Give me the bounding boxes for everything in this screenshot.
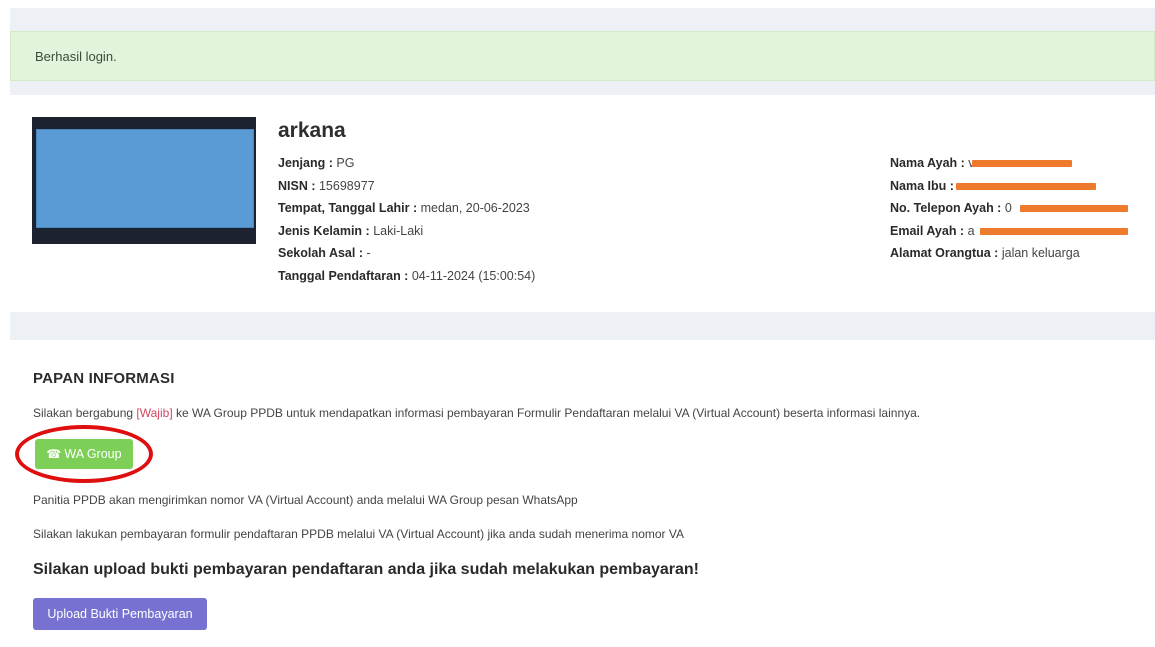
info-row-registration-date: Tanggal Pendaftaran : 04-11-2024 (15:00:… [278, 268, 535, 291]
info-row-nisn: NISN : 15698977 [278, 178, 535, 201]
login-success-alert: Berhasil login. [10, 31, 1155, 81]
board-title: PAPAN INFORMASI [33, 370, 175, 387]
required-tag: [Wajib] [136, 406, 173, 420]
join-prefix: Silakan bergabung [33, 406, 137, 420]
va-note: Panitia PPDB akan mengirimkan nomor VA (… [33, 493, 578, 507]
info-value: 15698977 [318, 178, 375, 193]
info-label: NISN : [278, 178, 316, 193]
info-label: Nama Ayah : [890, 156, 965, 170]
upload-payment-proof-button[interactable]: Upload Bukti Pembayaran [33, 598, 207, 630]
student-name: arkana [278, 119, 346, 142]
payment-note: Silakan lakukan pembayaran formulir pend… [33, 527, 685, 541]
photo-redaction [36, 129, 254, 228]
wa-group-button[interactable]: ☎ WA Group [35, 439, 133, 469]
info-label: Jenjang : [278, 156, 333, 170]
join-instruction: Silakan bergabung [Wajib] ke WA Group PP… [33, 406, 920, 420]
info-label: Nama Ibu : [890, 178, 954, 193]
redaction-mark [956, 182, 1096, 190]
whatsapp-icon: ☎ [46, 447, 62, 461]
info-value: Laki-Laki [373, 223, 424, 238]
upload-headline: Silakan upload bukti pembayaran pendafta… [33, 561, 699, 578]
info-value: - [366, 246, 371, 260]
parent-row-father-name: Nama Ayah : v [890, 155, 1080, 178]
info-row-jenjang: Jenjang : PG [278, 155, 535, 178]
alert-message: Berhasil login. [35, 49, 117, 64]
info-label: Sekolah Asal : [278, 246, 363, 260]
info-row-birth: Tempat, Tanggal Lahir : medan, 20-06-202… [278, 200, 535, 223]
student-info-list: Jenjang : PG NISN : 15698977 Tempat, Tan… [278, 155, 535, 290]
parent-info-list: Nama Ayah : v Nama Ibu : a No. Telepon A… [890, 155, 1128, 268]
info-value: 04-11-2024 (15:00:54) [411, 268, 536, 283]
redaction-mark [980, 227, 1128, 235]
info-label: Email Ayah : [890, 223, 965, 238]
info-label: Alamat Orangtua : [890, 246, 999, 260]
info-label: Tempat, Tanggal Lahir : [278, 201, 418, 215]
info-value: medan, 20-06-2023 [420, 201, 530, 215]
parent-row-mother-name: Nama Ibu : a [890, 178, 1096, 201]
parent-row-father-email: Email Ayah : a [890, 223, 1128, 246]
parent-row-address: Alamat Orangtua : jalan keluarga [890, 245, 1080, 268]
redaction-mark [972, 160, 1072, 167]
info-value: PG [336, 156, 355, 170]
student-profile-card: arkana Jenjang : PG NISN : 15698977 Temp… [10, 95, 1155, 312]
info-label: Tanggal Pendaftaran : [278, 268, 409, 283]
info-label: No. Telepon Ayah : [890, 201, 1002, 215]
parent-row-father-phone: No. Telepon Ayah : 0 [890, 200, 1128, 223]
information-board: PAPAN INFORMASI Silakan bergabung [Wajib… [10, 340, 1155, 647]
info-value: jalan keluarga [1001, 246, 1080, 260]
info-value: a [967, 223, 975, 238]
redaction-mark [1020, 205, 1128, 212]
student-photo [32, 117, 256, 244]
wa-group-label: WA Group [64, 447, 122, 461]
info-row-previous-school: Sekolah Asal : - [278, 245, 535, 268]
info-label: Jenis Kelamin : [278, 223, 370, 238]
join-suffix: ke WA Group PPDB untuk mendapatkan infor… [172, 406, 921, 420]
info-value: 0 [1004, 201, 1012, 215]
info-row-gender: Jenis Kelamin : Laki-Laki [278, 223, 535, 246]
